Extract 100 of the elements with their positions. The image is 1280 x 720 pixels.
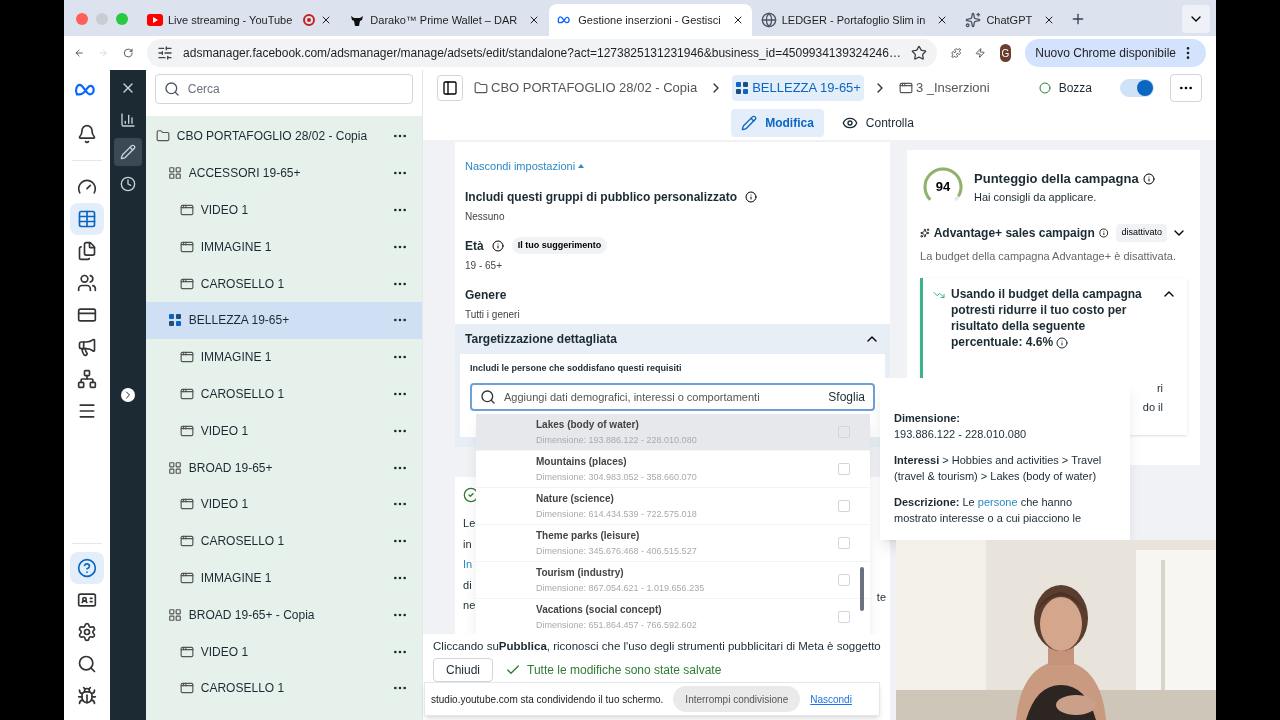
field-value: Nessuno — [465, 209, 506, 224]
interest-option[interactable]: Vacations (social concept) Dimensione: 651.864.457 - 766.592.602 — [476, 599, 870, 634]
text-fragment: do il — [1142, 399, 1163, 415]
table-button[interactable] — [69, 203, 104, 235]
field-label: Età — [465, 237, 484, 255]
interest-size: Dimensione: 614.434.539 - 722.575.018 — [536, 507, 698, 521]
window-icon — [179, 497, 194, 512]
checkbox[interactable] — [838, 463, 850, 475]
browser-tab[interactable]: Darako™ Prime Wallet – DAR — [341, 4, 549, 36]
browser-tab[interactable]: Live streaming - YouTube — [139, 4, 341, 36]
terms-text: Cliccando suPubblica, riconosci che l'uso degli strumenti pubblicitari di Meta è soggetto — [433, 639, 880, 654]
interest-name: Mountains (places) — [536, 454, 628, 469]
address-bar[interactable]: adsmanager.facebook.com/adsmanager/manage/adsets/edit/standalone?act=1273825131231946&business_id=4509934139324246… — [147, 39, 937, 67]
suggestion-badge: Il tuo suggerimento — [511, 236, 608, 255]
tab-title: ChatGPT — [986, 12, 1033, 28]
people-link[interactable]: persone — [977, 496, 1018, 508]
interest-path: Interessi > Hobbies and activities > Travel (travel & tourism) > Lakes (body of water) — [894, 453, 1103, 484]
window-icon — [179, 386, 194, 401]
score-value: 94 — [935, 180, 951, 194]
info-icon — [1056, 336, 1069, 349]
scrollbar[interactable] — [860, 567, 864, 611]
tooltip-value: 193.886.122 - 228.010.080 — [894, 427, 1028, 442]
search-icon — [76, 654, 97, 674]
clock-icon — [119, 176, 136, 192]
info-icon — [491, 239, 504, 252]
mode-tab[interactable]: Controlla — [831, 109, 924, 137]
stop-sharing-button[interactable]: Interrompi condivisione — [673, 686, 801, 712]
gauge-icon — [76, 177, 97, 197]
section-title: Targetizzazione dettagliata — [465, 330, 617, 348]
hide-settings-link[interactable]: Nascondi impostazioni — [465, 158, 880, 175]
mode-tab[interactable]: Modifica — [731, 109, 824, 137]
advantage-description: La budget della campagna Advantage+ è disattivata. — [920, 249, 1177, 264]
window-icon — [179, 423, 194, 438]
field-value: 19 - 65+ — [465, 258, 503, 273]
toggle-switch[interactable] — [1120, 79, 1154, 97]
interest-size: Dimensione: 867.054.621 - 1.019.656.235 — [536, 581, 706, 595]
interest-size: Dimensione: 304.983.052 - 358.660.070 — [536, 470, 698, 484]
interest-option[interactable]: Lakes (body of water) Dimensione: 193.886.122 - 228.010.080 — [476, 414, 870, 451]
breadcrumb[interactable]: BELLEZZA 19-65+ — [732, 75, 864, 101]
browser-tab[interactable]: LEDGER - Portafoglio Slim in — [752, 4, 957, 36]
sparkle-icon — [920, 227, 930, 239]
interest-option[interactable]: Nature (science) Dimensione: 614.434.539 - 722.575.018 — [476, 488, 870, 525]
score-title: Punteggio della campagna — [974, 170, 1139, 188]
checkbox[interactable] — [838, 537, 850, 549]
checkbox[interactable] — [838, 611, 850, 623]
network-icon — [76, 369, 97, 389]
window-icon — [179, 239, 194, 254]
update-chrome-button[interactable]: Nuovo Chrome disponibile — [1025, 39, 1206, 67]
search-field[interactable]: Cerca — [154, 74, 413, 104]
extensions-icon[interactable] — [950, 45, 962, 61]
browser-tab[interactable]: ChatGPT — [957, 4, 1064, 36]
pencil-icon — [119, 144, 136, 160]
status-icon — [1038, 82, 1051, 94]
tree-item[interactable]: BELLEZZA 19-65+ — [145, 302, 422, 339]
text-fragment: ne — [463, 598, 477, 613]
breadcrumb[interactable]: CBO PORTAFOGLIO 28/02 - Copia — [471, 75, 701, 101]
text-fragment: te — [876, 590, 886, 605]
interest-search-field[interactable]: Aggiungi dati demografici, interessi o comportamenti Sfoglia — [470, 383, 875, 411]
grid-icon — [167, 313, 182, 328]
status-badge: disattivato — [1116, 224, 1167, 242]
breadcrumb[interactable]: 3 _Inserzioni — [895, 75, 993, 101]
help-button[interactable] — [69, 552, 104, 584]
checkbox[interactable] — [838, 500, 850, 512]
site-settings-icon[interactable] — [157, 45, 174, 61]
expand-button[interactable] — [120, 388, 135, 402]
interest-size: Dimensione: 193.886.122 - 228.010.080 — [536, 433, 698, 447]
browser-tab[interactable]: Gestione inserzioni - Gestisci — [549, 4, 752, 36]
settings-icon — [76, 622, 97, 642]
help-icon — [76, 558, 97, 578]
people-icon — [76, 273, 97, 293]
window-icon — [179, 644, 194, 659]
share-message: studio.youtube.com sta condividendo il tuo schermo. — [431, 692, 664, 707]
window-icon — [179, 276, 194, 291]
field-value: Tutti i generi — [465, 307, 521, 322]
interest-option[interactable]: Mountains (places) Dimensione: 304.983.052 - 358.660.070 — [476, 451, 870, 488]
pencil-button[interactable] — [113, 138, 142, 166]
grid-icon — [167, 166, 182, 181]
sidebar-icon — [442, 80, 458, 96]
toggle-sidebar-button[interactable] — [437, 75, 463, 101]
field-label: Includi questi gruppi di pubblico personalizzato — [465, 188, 738, 206]
tooltip-label: Dimensione: — [894, 411, 961, 426]
info-icon — [745, 190, 758, 203]
window-icon — [179, 534, 194, 549]
star-icon[interactable] — [910, 45, 927, 61]
search-icon — [480, 389, 496, 405]
field-label: Genere — [465, 286, 507, 304]
hide-link[interactable]: Nascondi — [810, 691, 852, 707]
window-icon — [898, 81, 913, 95]
checkbox[interactable] — [838, 574, 850, 586]
tab-list-button[interactable] — [1182, 5, 1210, 33]
window-icon — [179, 681, 194, 696]
profile-avatar[interactable]: G — [999, 44, 1012, 62]
extension-icon[interactable] — [975, 45, 986, 61]
tab-title: Gestione inserzioni - Gestisci — [578, 12, 721, 28]
video-icon — [147, 14, 163, 26]
interest-option[interactable]: Theme parks (leisure) Dimensione: 345.676.468 - 406.515.527 — [476, 525, 870, 562]
info-icon — [1098, 227, 1109, 239]
interest-option[interactable]: Tourism (industry) Dimensione: 867.054.621 - 1.019.656.235 — [476, 562, 870, 599]
window-icon — [179, 350, 194, 365]
interest-size: Dimensione: 345.676.468 - 406.515.527 — [536, 544, 698, 558]
